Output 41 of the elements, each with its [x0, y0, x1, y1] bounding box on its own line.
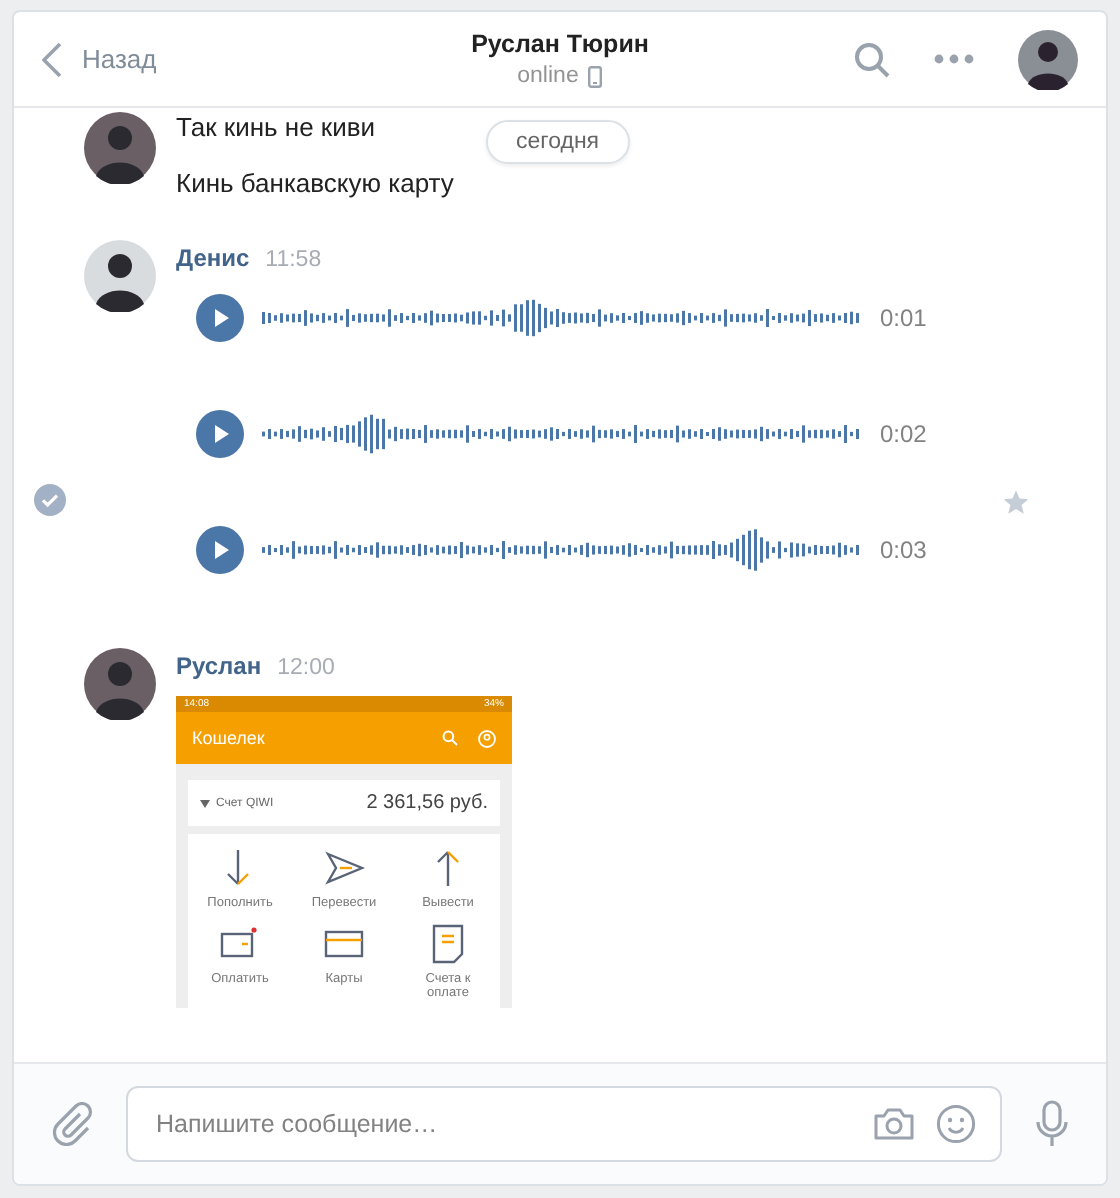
play-button[interactable] — [196, 410, 244, 458]
voice-duration: 0:02 — [880, 420, 927, 448]
message-time: 12:00 — [277, 656, 335, 680]
avatar[interactable] — [84, 648, 156, 720]
voice-duration: 0:01 — [880, 304, 927, 332]
search-icon — [442, 730, 458, 746]
message-text: Кинь банкавскую карту — [176, 168, 454, 200]
avatar[interactable] — [1018, 29, 1078, 89]
online-status: online — [517, 64, 579, 88]
selected-check-icon[interactable] — [34, 484, 66, 516]
phone-icon — [588, 65, 603, 87]
author-name[interactable]: Денис — [176, 244, 250, 272]
microphone-icon[interactable] — [1034, 1100, 1070, 1148]
message-time: 11:58 — [265, 248, 322, 272]
star-icon[interactable] — [1002, 488, 1030, 516]
profile-icon — [478, 729, 496, 747]
account-balance: 2 361,56 руб. — [366, 792, 488, 814]
avatar[interactable] — [84, 112, 156, 184]
message-field[interactable]: Напишите сообщение… — [126, 1086, 1002, 1162]
message-input[interactable]: Напишите сообщение… — [152, 1108, 852, 1140]
chat-title: Руслан Тюрин — [471, 30, 649, 58]
play-button[interactable] — [196, 294, 244, 342]
app-title: Кошелек — [192, 728, 267, 748]
audio-waveform[interactable] — [260, 526, 860, 574]
dropdown-icon — [200, 799, 210, 807]
send-action-icon — [322, 846, 366, 890]
audio-waveform[interactable] — [260, 410, 860, 458]
back-icon — [42, 41, 62, 77]
audio-waveform[interactable] — [260, 294, 860, 342]
more-icon[interactable] — [934, 54, 974, 64]
attach-icon[interactable] — [50, 1102, 94, 1146]
smiley-icon[interactable] — [936, 1104, 976, 1144]
voice-duration: 0:03 — [880, 536, 927, 564]
avatar[interactable] — [84, 240, 156, 312]
search-icon[interactable] — [854, 41, 890, 77]
author-name[interactable]: Руслан — [176, 652, 262, 680]
camera-icon[interactable] — [872, 1106, 916, 1142]
date-badge: сегодня — [486, 120, 630, 164]
message-text: Так кинь не киви — [176, 112, 378, 144]
back-button[interactable]: Назад — [42, 41, 362, 77]
play-button[interactable] — [196, 526, 244, 574]
